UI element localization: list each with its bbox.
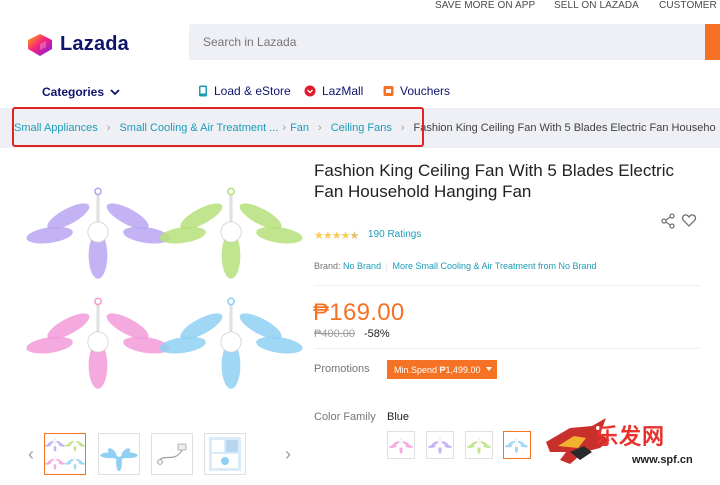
thumbnail-prev-arrow-icon[interactable]: ‹: [28, 444, 34, 465]
color-swatch-blue[interactable]: [503, 431, 531, 459]
lazmall-icon: [304, 85, 316, 97]
heart-wishlist-icon[interactable]: [681, 212, 697, 228]
product-main-image[interactable]: [26, 152, 306, 426]
brand-more-link[interactable]: More Small Cooling & Air Treatment from …: [392, 261, 596, 271]
ratings-count-link[interactable]: 190 Ratings: [368, 229, 421, 240]
nav-lazmall[interactable]: LazMall: [304, 84, 363, 98]
customer-care-link[interactable]: CUSTOMER CA: [659, 0, 720, 11]
color-swatch-purple[interactable]: [426, 431, 454, 459]
brand-row: Brand: No Brand | More Small Cooling & A…: [314, 261, 597, 271]
color-swatch-green[interactable]: [465, 431, 493, 459]
breadcrumb-highlight-box: [12, 107, 424, 147]
nav-load-estore[interactable]: Load & eStore: [198, 84, 291, 98]
voucher-icon: [383, 85, 394, 97]
thumbnail-4[interactable]: [204, 433, 246, 475]
brand-label: Brand:: [314, 261, 341, 271]
share-icon[interactable]: [660, 213, 676, 229]
sell-on-lazada-link[interactable]: SELL ON LAZADA: [554, 0, 639, 11]
lazada-logo-icon[interactable]: [26, 34, 54, 56]
brand-separator: |: [386, 261, 388, 271]
divider: [314, 348, 700, 349]
lazada-logo-text: Lazada: [60, 33, 129, 56]
thumbnail-1[interactable]: [44, 433, 86, 475]
search-button[interactable]: [705, 24, 720, 60]
color-family-value: Blue: [387, 411, 409, 423]
watermark-url: www.spf.cn: [632, 454, 693, 466]
divider: [314, 285, 700, 286]
nav-load-estore-label: Load & eStore: [214, 84, 291, 98]
discount-percent: -58%: [364, 328, 390, 340]
product-title: Fashion King Ceiling Fan With 5 Blades E…: [314, 160, 704, 202]
search-input[interactable]: [203, 35, 683, 49]
promotion-tag[interactable]: Min.Spend ₱1,499.00: [387, 360, 497, 379]
rating-stars-icon: ★★★★★: [314, 229, 358, 242]
categories-menu[interactable]: Categories: [42, 85, 120, 99]
product-price: ₱169.00: [313, 299, 405, 327]
categories-label: Categories: [42, 85, 104, 99]
promotions-label: Promotions: [314, 363, 370, 375]
thumbnail-3[interactable]: [151, 433, 193, 475]
nav-vouchers-label: Vouchers: [400, 84, 450, 98]
breadcrumb-current: Fashion King Ceiling Fan With 5 Blades E…: [414, 122, 716, 134]
brand-name-link[interactable]: No Brand: [343, 261, 381, 271]
chevron-down-icon: [110, 89, 120, 96]
watermark-text: 乐发网: [596, 419, 665, 451]
caret-down-icon: [486, 367, 492, 371]
thumbnail-2[interactable]: [98, 433, 140, 475]
thumbnail-next-arrow-icon[interactable]: ›: [285, 444, 291, 465]
phone-icon: [198, 85, 208, 97]
original-price: ₱400.00: [314, 328, 355, 340]
color-swatch-pink[interactable]: [387, 431, 415, 459]
search-bar[interactable]: [189, 24, 705, 60]
nav-vouchers[interactable]: Vouchers: [383, 84, 450, 98]
promotion-tag-text: Min.Spend ₱1,499.00: [394, 365, 481, 375]
save-more-on-app-link[interactable]: SAVE MORE ON APP: [435, 0, 535, 11]
color-family-label: Color Family: [314, 411, 376, 423]
nav-lazmall-label: LazMall: [322, 84, 363, 98]
